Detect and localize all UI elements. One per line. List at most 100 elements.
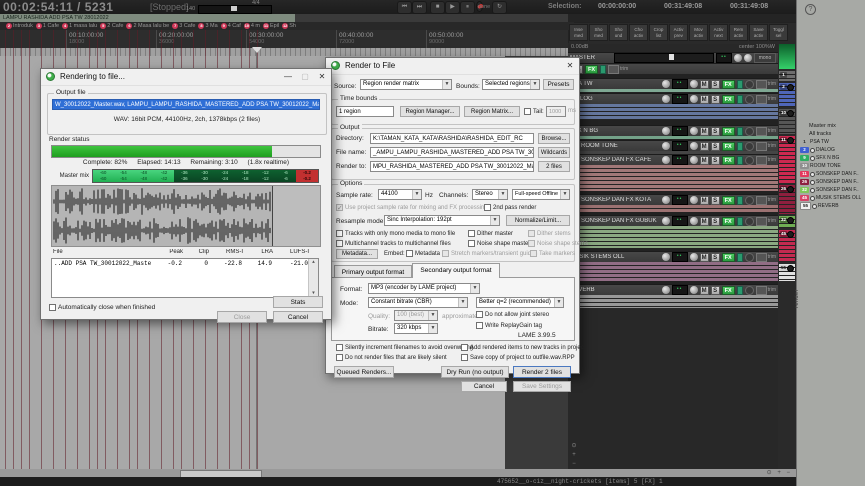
fx-chain-button[interactable] [736,252,743,262]
cancel-button[interactable]: Cancel [461,381,507,392]
mixer-strip-2[interactable]: 2 [779,83,795,107]
track-name[interactable]: REVERB [570,287,660,293]
trim-control[interactable]: trim [755,94,776,104]
mixer-strip-26[interactable]: 26 [779,185,795,214]
selection-end[interactable]: 00:31:49:08 [664,3,702,10]
mute-button[interactable]: M [699,195,709,205]
mute-button[interactable]: M [699,216,709,226]
matrix-row-room-tone[interactable]: 10 ROOM TONE [799,162,865,170]
close-icon[interactable]: ✕ [315,71,329,83]
fx-chain-button[interactable] [736,216,743,226]
solo-button[interactable]: S [710,252,720,262]
dry-run-button[interactable]: Dry Run (no output) [441,366,509,378]
matrix-row-sonskep-dan-f-[interactable]: 11 SONSKEP DAN F.. [799,170,865,178]
stats-button[interactable]: Stats [273,296,323,308]
track-row-sonskep-dan-fx-kota[interactable]: SONSKEP DAN FX KOTA •• M S FX trim [568,194,778,205]
track-row-reverb[interactable]: REVERB •• M S FX trim [568,284,778,295]
tail-checkbox[interactable] [524,108,531,115]
tab-secondary-format[interactable]: Secondary output format [412,263,500,278]
timeline-marker[interactable]: 11 Epil [263,23,279,29]
render-to-field[interactable]: MPU_RASHIDA_MASTERED_ADD PSA TW_30012022… [370,161,534,172]
fx-button[interactable]: FX [721,155,735,165]
solo-button[interactable]: S [710,216,720,226]
matrix-master-mix[interactable]: Master mix [799,122,865,130]
record-arm-icon[interactable] [810,171,815,177]
master-trim-control[interactable]: trim [608,64,628,74]
joint-stereo-checkbox[interactable] [476,311,483,318]
matrix-row-sfx-n-bg[interactable]: 9 SFX N BG [799,154,865,162]
quality-combo[interactable]: 100 (best) ▼ [394,310,438,321]
help-icon[interactable]: ? [805,4,816,15]
pan-knob[interactable] [689,95,698,103]
route-button[interactable]: •• [671,285,688,295]
volume-knob[interactable] [661,127,670,135]
solo-button[interactable]: S [710,195,720,205]
timeline-marker[interactable]: 41 masa lalu [62,23,97,29]
mute-button[interactable]: M [699,155,709,165]
track-name[interactable]: PSA TW [570,81,660,87]
toolbar-button-activ-prev[interactable]: Activ prev [669,24,688,41]
table-row[interactable]: ..ADD PSA TW_30012022_Master.wav -0.2 0 -22… [52,259,318,268]
pan-knob[interactable] [689,156,698,164]
fx-chain-button[interactable] [736,285,743,295]
record-arm-icon[interactable] [787,84,794,91]
second-pass-checkbox[interactable] [484,204,491,211]
file-table-body[interactable]: ▲▼ ..ADD PSA TW_30012022_Master.wav -0.2 0… [51,258,319,298]
queued-renders-button[interactable]: Queued Renders... [334,366,394,378]
trim-control[interactable]: trim [755,285,776,295]
region-count-field[interactable]: 1 region [336,106,394,117]
trim-control[interactable]: trim [755,216,776,226]
output-file-field[interactable]: W_30012022_Master.wav, LAMPU_LAMPU_RASHI… [52,99,320,110]
fx-button[interactable]: FX [721,285,735,295]
selection-start[interactable]: 00:00:00:00 [598,3,636,10]
mute-button[interactable]: M [699,285,709,295]
master-volume-fader[interactable] [614,53,714,63]
region-segment[interactable]: LAMPU RASHIDA ADD PSA TW 28012022 [0,14,295,22]
record-arm-icon[interactable] [787,231,794,238]
filename-field[interactable]: _AMPU_LAMPU_RASHIDA_MASTERED_ADD PSA TW_… [370,147,534,158]
trim-control[interactable]: trim [755,195,776,205]
track-name[interactable]: SONSKEP DAN FX GUBUK [581,218,660,224]
pan-knob[interactable] [689,196,698,204]
mono-tracks-checkbox[interactable] [336,230,343,237]
trim-control[interactable]: trim [755,155,776,165]
record-arm-icon[interactable] [787,137,794,144]
rate-label[interactable]: none [478,4,490,10]
record-arm-icon[interactable] [787,186,794,193]
silent-files-checkbox[interactable] [336,354,343,361]
record-arm-icon[interactable] [810,147,815,153]
matrix-row-musik-stems-oll[interactable]: 45 MUSIK STEMS OLL [799,194,865,202]
mixer-strip-10[interactable]: 10 [779,109,795,134]
mute-button[interactable]: M [699,141,709,151]
timeline-marker[interactable]: 62 Masa lalu be [126,23,169,29]
solo-button[interactable]: S [710,94,720,104]
solo-button[interactable]: S [710,141,720,151]
trim-control[interactable]: trim [755,252,776,262]
repeat-button[interactable]: ↻ [492,1,507,14]
timeline-marker[interactable]: 12 Sh [282,23,296,29]
close-button[interactable]: Close [217,311,267,323]
pan-knob[interactable] [689,286,698,294]
tempo-value[interactable]: 140 [186,6,195,12]
envelope-button[interactable] [744,216,754,226]
envelope-button[interactable] [744,126,754,136]
pan-knob[interactable] [689,217,698,225]
record-arm-icon[interactable] [787,217,794,224]
stop-button[interactable]: ■ [430,1,445,14]
matrix-row-sonskep-dan-f-[interactable]: 32 SONSKEP DAN F.. [799,186,865,194]
vertical-zoom-controls[interactable]: ⊙ + − [569,442,579,470]
envelope-button[interactable] [744,252,754,262]
mixer-strip-1[interactable]: 1 [779,71,795,81]
edit-cursor-marker[interactable] [252,47,262,53]
record-arm-icon[interactable] [787,265,794,272]
master-mono-button[interactable]: mono [754,53,776,63]
file-table-column-header[interactable]: LUFS-I [273,249,309,258]
toolbar-button-save-activ[interactable]: Save activ [749,24,768,41]
directory-field[interactable]: K:\TAMAN_KATA_KATA\RASHIDA\RASHIDA_EDIT_… [370,133,534,144]
browse-button[interactable]: Browse... [538,133,570,144]
track-name[interactable]: SONSKEP DAN FX KOTA [581,197,660,203]
track-name[interactable]: ROOM TONE [581,143,660,149]
quality-mode-combo[interactable]: Better q=2 (recommended) ▼ [476,297,564,308]
fx-chain-button[interactable] [736,155,743,165]
volume-knob[interactable] [661,80,670,88]
